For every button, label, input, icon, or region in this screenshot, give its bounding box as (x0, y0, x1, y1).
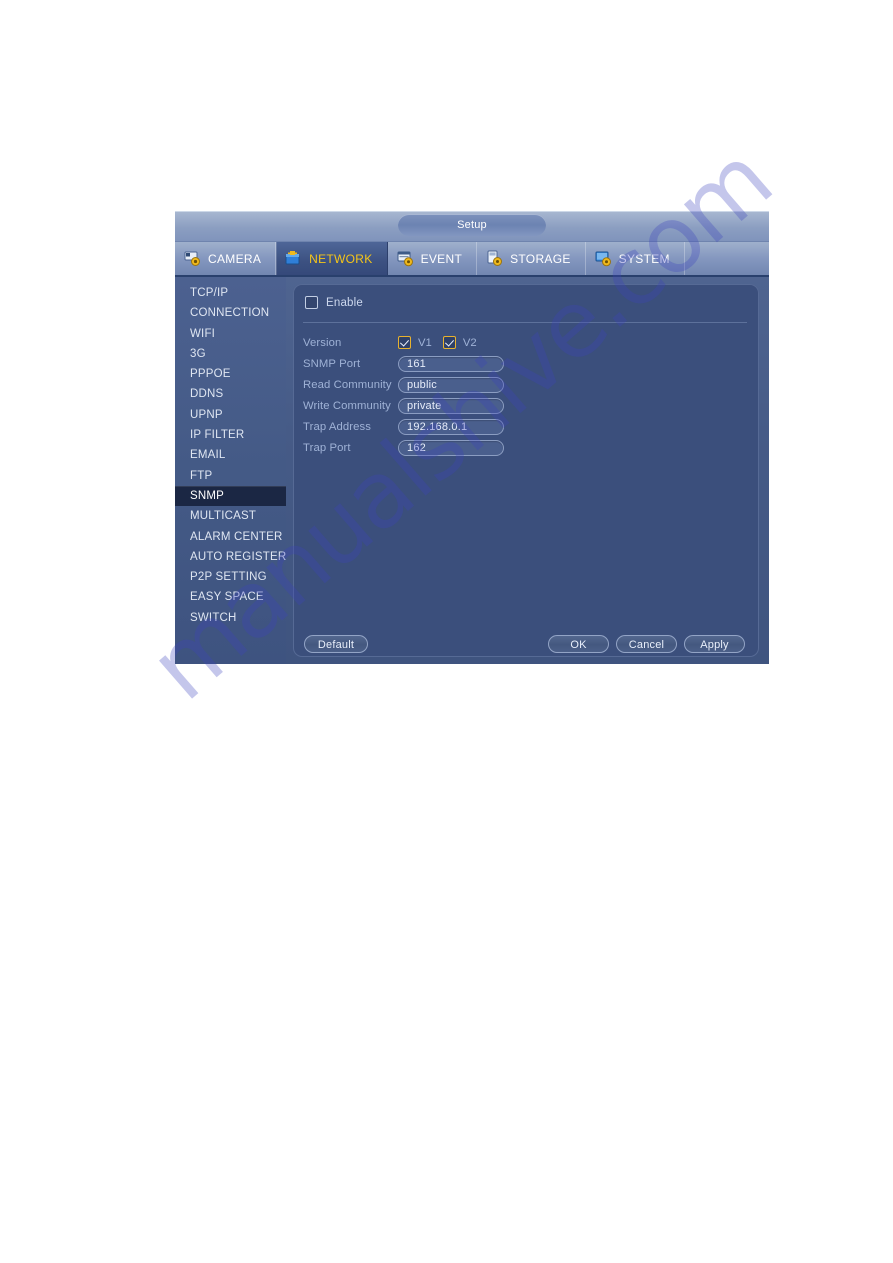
sidebar-item-p2p-setting[interactable]: P2P SETTING (175, 567, 286, 587)
enable-row[interactable]: Enable (305, 296, 363, 309)
page-title: Setup (398, 214, 546, 236)
snmp-port-label: SNMP Port (303, 357, 361, 370)
tab-system[interactable]: SYSTEM (586, 242, 685, 275)
tab-network[interactable]: NETWORK (276, 242, 388, 275)
sidebar-item-easy-space[interactable]: EASY SPACE (175, 587, 286, 607)
sidebar-item-ftp[interactable]: FTP (175, 466, 286, 486)
tab-storage[interactable]: STORAGE (477, 242, 586, 275)
network-sidebar: TCP/IP CONNECTION WIFI 3G PPPOE DDNS UPN… (175, 277, 286, 664)
write-community-label: Write Community (303, 399, 391, 412)
event-gear-icon (397, 250, 416, 267)
version-v1-checkbox[interactable] (398, 336, 411, 349)
section-divider (303, 322, 747, 323)
tab-event[interactable]: EVENT (388, 242, 478, 275)
sidebar-item-upnp[interactable]: UPNP (175, 405, 286, 425)
read-community-label: Read Community (303, 378, 392, 391)
tab-camera-label: CAMERA (208, 251, 262, 266)
sidebar-item-auto-register[interactable]: AUTO REGISTER (175, 547, 286, 567)
setup-dialog: Setup CAMERA NETWORK EVENT STORAGE SYSTE… (175, 211, 769, 664)
snmp-settings-panel: Enable Version V1 V2 SNMP Port 161 Read … (293, 284, 759, 657)
version-row: Version V1 V2 (303, 332, 504, 353)
sidebar-item-pppoe[interactable]: PPPOE (175, 364, 286, 384)
cancel-button[interactable]: Cancel (616, 635, 677, 653)
ok-button[interactable]: OK (548, 635, 609, 653)
trap-address-label: Trap Address (303, 420, 371, 433)
tab-system-label: SYSTEM (618, 251, 670, 266)
sidebar-item-ddns[interactable]: DDNS (175, 384, 286, 404)
version-v2-checkbox[interactable] (442, 336, 456, 349)
trap-address-row: Trap Address (303, 416, 504, 437)
dialog-title-bar: Setup (175, 212, 769, 242)
sidebar-item-connection[interactable]: CONNECTION (175, 303, 286, 323)
tab-camera[interactable]: CAMERA (175, 242, 277, 275)
tab-storage-label: STORAGE (510, 251, 571, 266)
system-gear-icon (595, 250, 614, 267)
sidebar-item-snmp[interactable]: SNMP (175, 485, 286, 507)
sidebar-item-3g[interactable]: 3G (175, 344, 286, 364)
tab-event-label: EVENT (420, 251, 463, 266)
version-v2-label: V2 (462, 336, 477, 349)
sidebar-item-ip-filter[interactable]: IP FILTER (175, 425, 286, 445)
trap-port-label: Trap Port (303, 441, 351, 454)
sidebar-item-switch[interactable]: SWITCH (175, 608, 286, 628)
trap-port-row: Trap Port (303, 437, 504, 458)
main-tab-strip: CAMERA NETWORK EVENT STORAGE SYSTEM (175, 242, 769, 277)
version-label: Version (303, 336, 342, 349)
sidebar-item-wifi[interactable]: WIFI (175, 324, 286, 344)
trap-address-input[interactable] (398, 418, 504, 435)
snmp-form: Version V1 V2 SNMP Port Read Community (303, 332, 504, 458)
sidebar-item-alarm-center[interactable]: ALARM CENTER (175, 527, 286, 547)
snmp-port-input[interactable] (398, 355, 504, 372)
read-community-input[interactable] (398, 376, 504, 393)
snmp-port-row: SNMP Port (303, 353, 504, 374)
apply-button[interactable]: Apply (684, 635, 745, 653)
version-v1-label: V1 (418, 336, 432, 349)
network-gear-icon (285, 250, 304, 267)
dialog-body: TCP/IP CONNECTION WIFI 3G PPPOE DDNS UPN… (175, 277, 769, 664)
enable-label: Enable (326, 296, 364, 309)
default-button[interactable]: Default (304, 635, 368, 653)
camera-gear-icon (184, 250, 203, 267)
dialog-footer: Default OK Cancel Apply (175, 635, 769, 655)
enable-checkbox[interactable] (305, 296, 318, 309)
write-community-row: Write Community (303, 395, 504, 416)
sidebar-item-multicast[interactable]: MULTICAST (175, 506, 286, 526)
sidebar-item-tcpip[interactable]: TCP/IP (175, 283, 286, 303)
storage-gear-icon (486, 250, 505, 267)
tab-network-label: NETWORK (309, 251, 373, 266)
write-community-input[interactable] (398, 397, 504, 414)
sidebar-item-email[interactable]: EMAIL (175, 445, 286, 465)
trap-port-input[interactable] (398, 439, 504, 456)
read-community-row: Read Community (303, 374, 504, 395)
